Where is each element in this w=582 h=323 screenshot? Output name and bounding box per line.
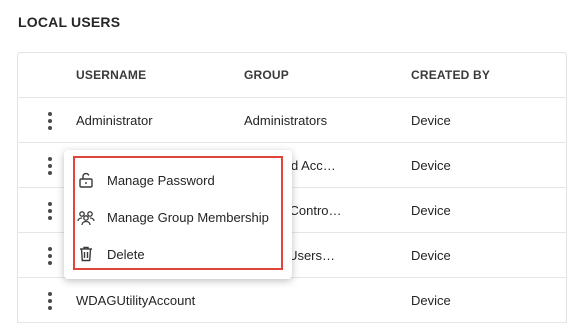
group-icon: [76, 207, 96, 227]
row-actions-menu-icon[interactable]: [40, 200, 60, 222]
created-by-cell: Device: [411, 247, 451, 263]
username-cell: Administrator: [76, 112, 153, 128]
row-actions-menu-icon[interactable]: [40, 290, 60, 312]
created-by-cell: Device: [411, 202, 451, 218]
group-cell: Administrators: [244, 112, 328, 128]
table-header: USERNAME GROUP CREATED BY: [18, 53, 566, 98]
menu-item-label: Delete: [107, 246, 145, 262]
row-actions-menu-icon[interactable]: [40, 155, 60, 177]
table-row: WDAGUtilityAccount Device: [18, 278, 566, 323]
table-row: Administrator Administrators Device: [18, 98, 566, 143]
created-by-cell: Device: [411, 112, 451, 128]
username-cell: WDAGUtilityAccount: [76, 292, 196, 308]
delete-menu-item[interactable]: Delete: [76, 239, 276, 269]
column-header-created-by[interactable]: CREATED BY: [411, 53, 551, 97]
trash-icon: [76, 244, 96, 264]
section-title: LOCAL USERS: [18, 14, 121, 30]
row-context-menu: Manage Password Manage Group Membership: [64, 150, 292, 279]
menu-item-label: Manage Group Membership: [107, 209, 269, 225]
column-header-username[interactable]: USERNAME: [76, 53, 236, 97]
row-actions-menu-icon[interactable]: [40, 245, 60, 267]
manage-group-membership-menu-item[interactable]: Manage Group Membership: [76, 202, 276, 232]
unlock-icon: [76, 170, 96, 190]
created-by-cell: Device: [411, 157, 451, 173]
menu-item-label: Manage Password: [107, 172, 215, 188]
row-actions-menu-icon[interactable]: [40, 110, 60, 132]
manage-password-menu-item[interactable]: Manage Password: [76, 165, 276, 195]
created-by-cell: Device: [411, 292, 451, 308]
column-header-group[interactable]: GROUP: [244, 53, 394, 97]
group-cell: [244, 278, 394, 322]
